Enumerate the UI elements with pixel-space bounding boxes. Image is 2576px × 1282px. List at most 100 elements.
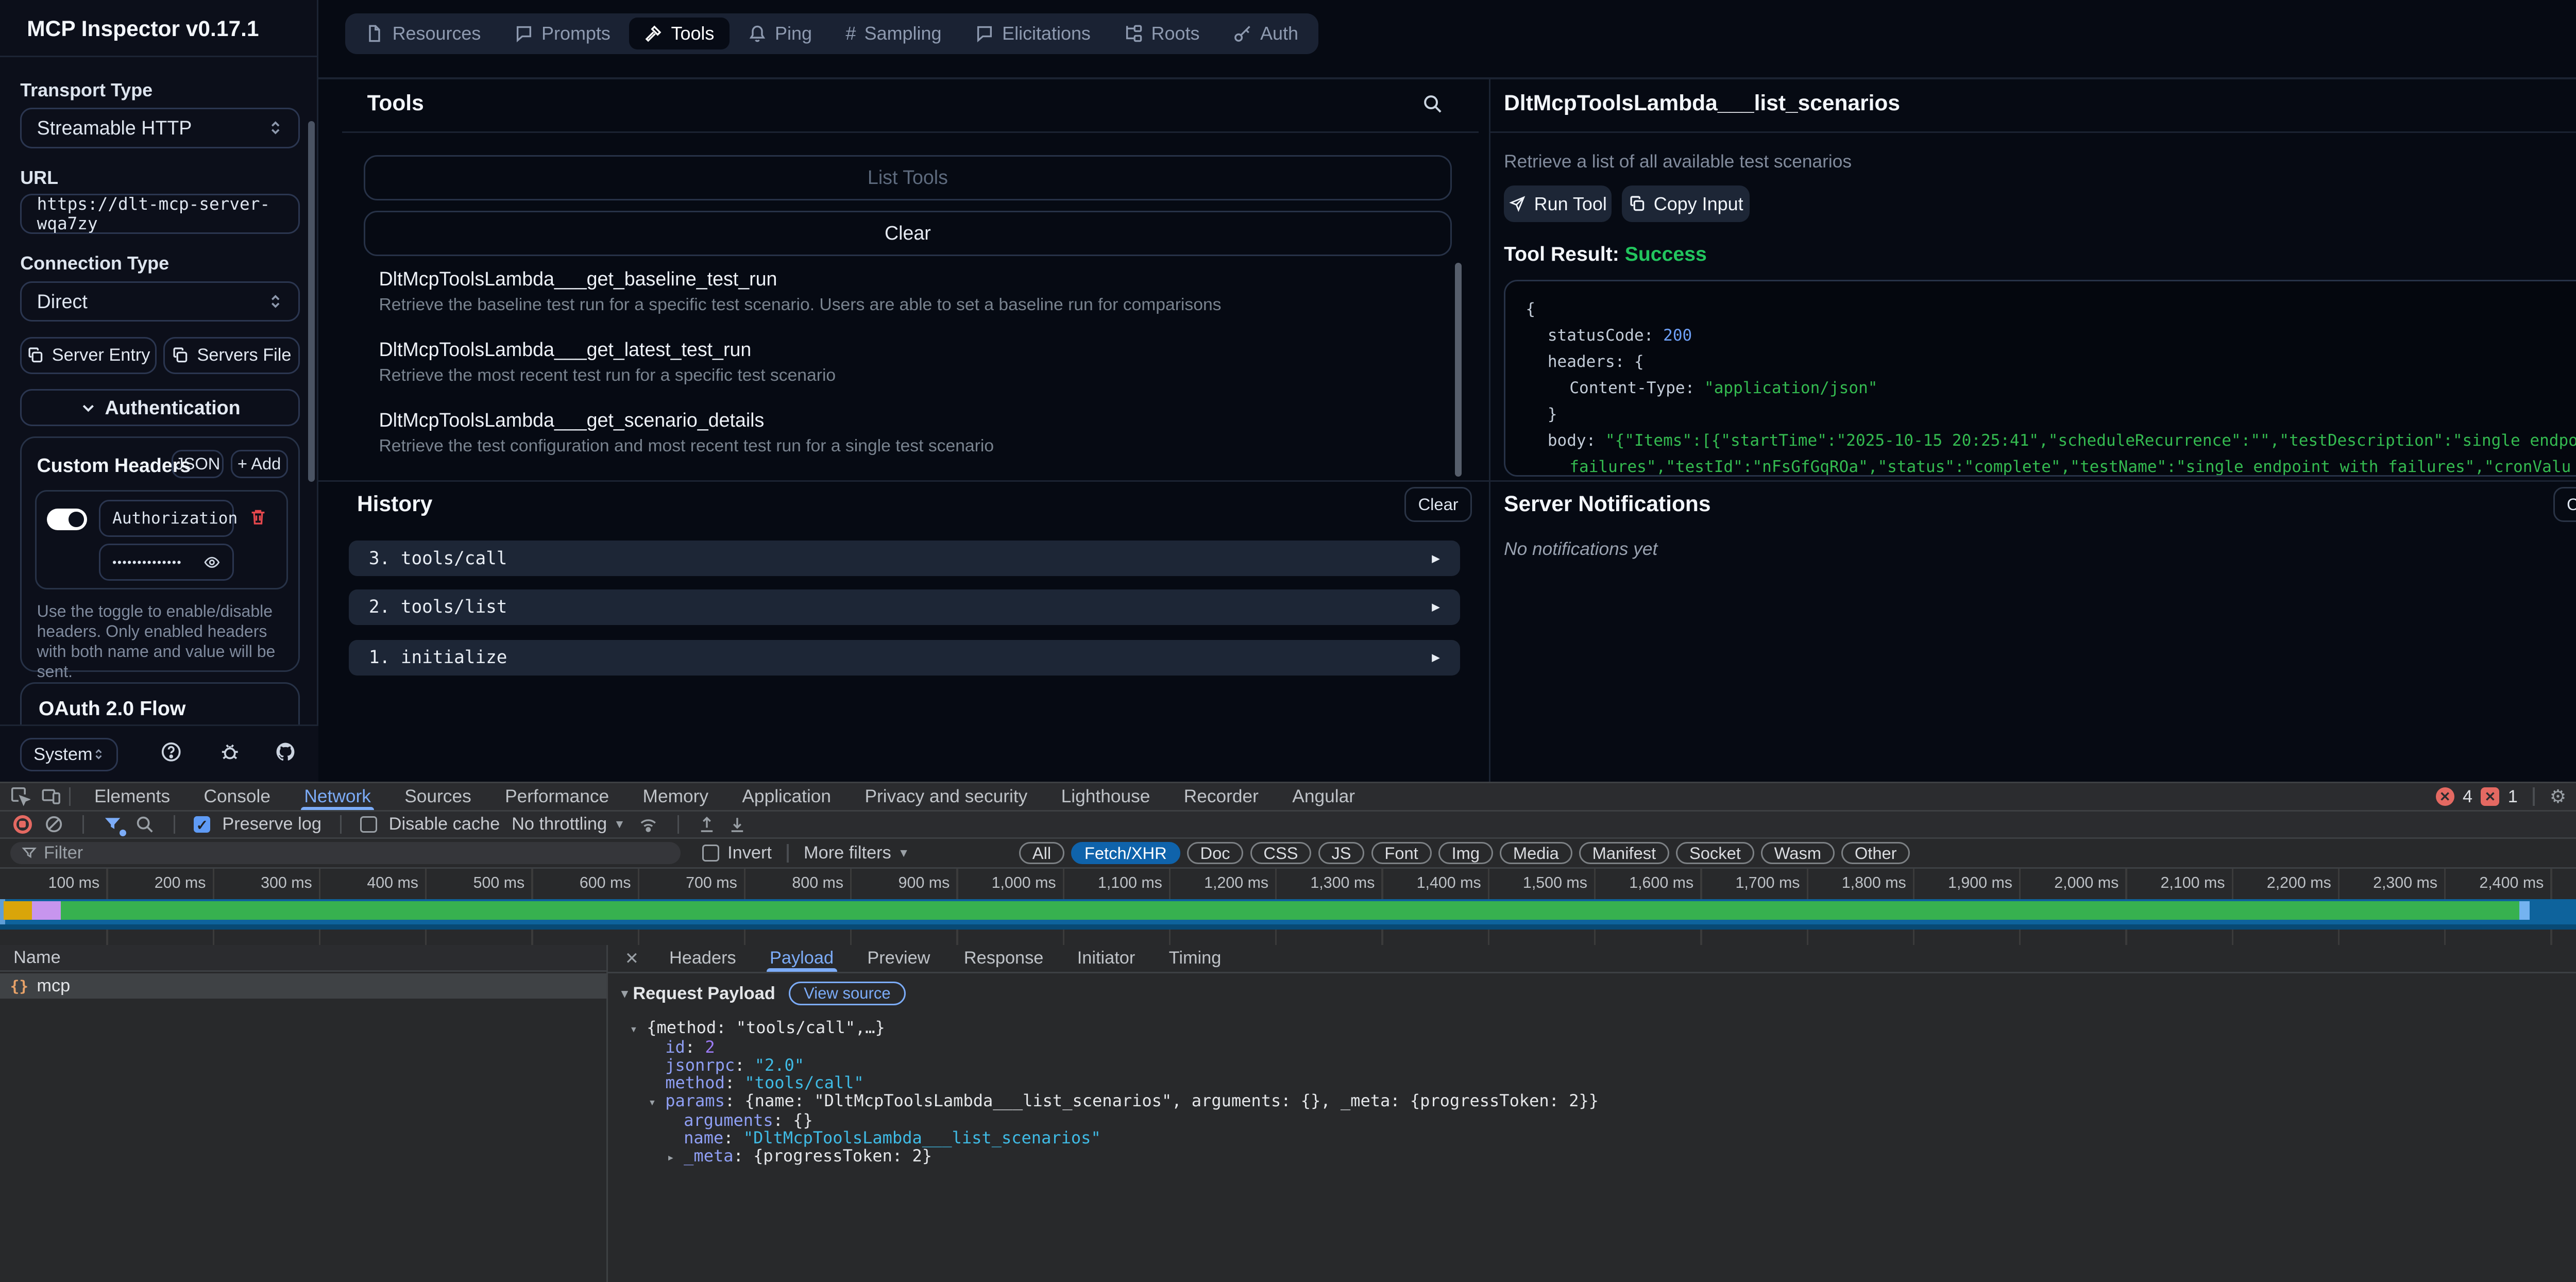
history-clear-button[interactable]: Clear — [1404, 487, 1472, 522]
transport-type-select[interactable]: Streamable HTTP — [20, 108, 300, 148]
eye-icon[interactable] — [204, 554, 221, 571]
invert-checkbox[interactable] — [702, 845, 719, 862]
devtools-tab-elements[interactable]: Elements — [77, 783, 187, 810]
add-header-button[interactable]: + Add — [231, 450, 288, 479]
json-button[interactable]: JSON — [172, 450, 224, 479]
record-network-icon[interactable] — [13, 815, 32, 834]
payload-line[interactable]: ▾{method: "tools/call",…} — [630, 1019, 1599, 1038]
details-tab-headers[interactable]: Headers — [652, 945, 753, 972]
filter-chip-js[interactable]: JS — [1318, 842, 1365, 864]
nav-tab-roots[interactable]: Roots — [1109, 18, 1215, 49]
search-network-icon[interactable] — [134, 814, 155, 834]
nav-tab-sampling[interactable]: #Sampling — [831, 18, 957, 49]
delete-header-icon[interactable] — [249, 507, 267, 527]
nav-tab-ping[interactable]: Ping — [733, 18, 827, 49]
notifications-clear-button[interactable]: Clear — [2553, 487, 2576, 522]
payload-line[interactable]: ▾params: {name: "DltMcpToolsLambda___lis… — [630, 1092, 1599, 1111]
filter-input[interactable]: Filter — [10, 842, 681, 864]
more-filters-button[interactable]: More filters ▼ — [804, 843, 909, 863]
view-source-button[interactable]: View source — [789, 982, 906, 1005]
run-tool-button[interactable]: Run Tool — [1504, 185, 1612, 223]
filter-chip-font[interactable]: Font — [1371, 842, 1432, 864]
filter-chip-socket[interactable]: Socket — [1676, 842, 1754, 864]
filter-chip-manifest[interactable]: Manifest — [1579, 842, 1669, 864]
devtools-tab-recorder[interactable]: Recorder — [1167, 783, 1276, 810]
issues-badge-icon[interactable]: ✕ — [2481, 787, 2499, 806]
devtools-tab-sources[interactable]: Sources — [388, 783, 488, 810]
authentication-collapse[interactable]: Authentication — [20, 389, 300, 426]
devtools-tab-memory[interactable]: Memory — [626, 783, 725, 810]
servers-file-button[interactable]: Servers File — [163, 337, 300, 374]
network-conditions-icon[interactable] — [637, 814, 659, 834]
filter-toggle-icon[interactable] — [103, 814, 123, 834]
list-tools-button[interactable]: List Tools — [364, 155, 1452, 200]
throttling-select[interactable]: No throttling ▼ — [512, 814, 625, 834]
payload-section-toggle[interactable]: ▾ Request Payload — [621, 984, 775, 1004]
payload-line[interactable]: jsonrpc: "2.0" — [630, 1056, 1599, 1074]
help-icon[interactable] — [160, 741, 182, 763]
devtools-tab-application[interactable]: Application — [725, 783, 848, 810]
filter-chip-css[interactable]: CSS — [1250, 842, 1312, 864]
name-column-header[interactable]: Name — [0, 945, 606, 972]
clear-network-icon[interactable] — [44, 814, 64, 834]
filter-chip-img[interactable]: Img — [1438, 842, 1493, 864]
import-har-icon[interactable] — [698, 814, 716, 834]
search-icon[interactable] — [1421, 93, 1443, 114]
nav-tab-resources[interactable]: Resources — [350, 18, 496, 49]
error-badge-icon[interactable]: ✕ — [2436, 787, 2454, 806]
devtools-tab-angular[interactable]: Angular — [1276, 783, 1372, 810]
clear-tools-button[interactable]: Clear — [364, 211, 1452, 256]
history-item[interactable]: 3. tools/call▶ — [349, 541, 1460, 576]
tool-list-item[interactable]: DltMcpToolsLambda___get_latest_test_runR… — [379, 339, 1423, 385]
url-input[interactable]: https://dlt-mcp-server-wqa7zy — [20, 194, 300, 234]
device-toolbar-icon[interactable] — [40, 786, 62, 806]
preserve-log-checkbox[interactable]: ✓ — [194, 816, 211, 833]
close-details-icon[interactable]: ✕ — [608, 949, 652, 968]
filter-chip-wasm[interactable]: Wasm — [1761, 842, 1835, 864]
header-value-input[interactable]: •••••••••••••• — [99, 544, 234, 581]
tool-list-item[interactable]: DltMcpToolsLambda___get_scenario_details… — [379, 409, 1423, 456]
nav-tab-auth[interactable]: Auth — [1218, 18, 1313, 49]
github-icon[interactable] — [275, 741, 296, 763]
devtools-tab-network[interactable]: Network — [287, 783, 388, 810]
connection-type-select[interactable]: Direct — [20, 281, 300, 322]
payload-line[interactable]: ▸_meta: {progressToken: 2} — [630, 1147, 1599, 1167]
details-tab-initiator[interactable]: Initiator — [1060, 945, 1152, 972]
request-row-mcp[interactable]: {}mcp — [0, 973, 606, 999]
bug-icon[interactable] — [219, 741, 241, 763]
devtools-tab-console[interactable]: Console — [187, 783, 287, 810]
tools-list-scrollbar[interactable] — [1455, 263, 1462, 477]
payload-line[interactable]: name: "DltMcpToolsLambda___list_scenario… — [630, 1129, 1599, 1147]
sidebar-scrollbar[interactable] — [308, 121, 315, 482]
filter-chip-fetch-xhr[interactable]: Fetch/XHR — [1071, 842, 1180, 864]
nav-tab-elicitations[interactable]: Elicitations — [960, 18, 1106, 49]
tool-list-item[interactable]: DltMcpToolsLambda___get_baseline_test_ru… — [379, 268, 1423, 315]
devtools-tab-lighthouse[interactable]: Lighthouse — [1044, 783, 1167, 810]
details-tab-response[interactable]: Response — [947, 945, 1060, 972]
settings-gear-icon[interactable]: ⚙ — [2550, 786, 2566, 807]
server-entry-button[interactable]: Server Entry — [20, 337, 157, 374]
payload-line[interactable]: arguments: {} — [630, 1111, 1599, 1129]
theme-select[interactable]: System — [20, 738, 118, 771]
payload-line[interactable]: method: "tools/call" — [630, 1074, 1599, 1092]
history-item[interactable]: 1. initialize▶ — [349, 640, 1460, 676]
nav-tab-tools[interactable]: Tools — [629, 18, 730, 49]
details-tab-preview[interactable]: Preview — [851, 945, 947, 972]
filter-chip-other[interactable]: Other — [1841, 842, 1910, 864]
export-har-icon[interactable] — [728, 814, 747, 834]
header-name-input[interactable]: Authorization — [99, 500, 234, 537]
filter-chip-media[interactable]: Media — [1500, 842, 1572, 864]
header-enabled-toggle[interactable] — [47, 509, 87, 530]
history-item[interactable]: 2. tools/list▶ — [349, 589, 1460, 625]
details-tab-payload[interactable]: Payload — [753, 945, 850, 972]
payload-line[interactable]: id: 2 — [630, 1038, 1599, 1056]
devtools-tab-performance[interactable]: Performance — [488, 783, 625, 810]
nav-tab-prompts[interactable]: Prompts — [499, 18, 625, 49]
inspect-element-icon[interactable] — [10, 786, 30, 806]
filter-chip-doc[interactable]: Doc — [1187, 842, 1244, 864]
filter-chip-all[interactable]: All — [1019, 842, 1064, 864]
devtools-tab-privacy-and-security[interactable]: Privacy and security — [848, 783, 1044, 810]
copy-input-button[interactable]: Copy Input — [1622, 185, 1750, 223]
details-tab-timing[interactable]: Timing — [1152, 945, 1238, 972]
network-overview-timeline[interactable]: 100 ms200 ms300 ms400 ms500 ms600 ms700 … — [0, 869, 2576, 944]
